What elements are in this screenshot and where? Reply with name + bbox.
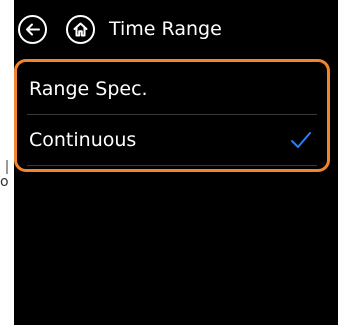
row-divider	[27, 165, 317, 166]
checkmark-icon	[291, 132, 311, 148]
home-button[interactable]	[66, 15, 95, 44]
option-continuous[interactable]: Continuous	[17, 115, 327, 165]
option-label: Continuous	[29, 129, 137, 151]
option-range-spec[interactable]: Range Spec.	[17, 64, 327, 114]
back-button[interactable]	[18, 15, 47, 44]
bezel-mark	[6, 160, 8, 174]
device-screen: Time Range Range Spec. Continuous	[14, 0, 338, 325]
header-bar: Time Range	[14, 0, 338, 60]
options-highlight-frame: Range Spec. Continuous	[14, 59, 330, 172]
home-icon	[73, 22, 88, 37]
arrow-left-icon	[26, 23, 40, 36]
bezel-glyph: o	[0, 174, 9, 190]
page-title: Time Range	[109, 18, 222, 40]
option-label: Range Spec.	[29, 78, 148, 100]
device-stage: o Time Range Range Spec. Continuous	[0, 0, 338, 325]
